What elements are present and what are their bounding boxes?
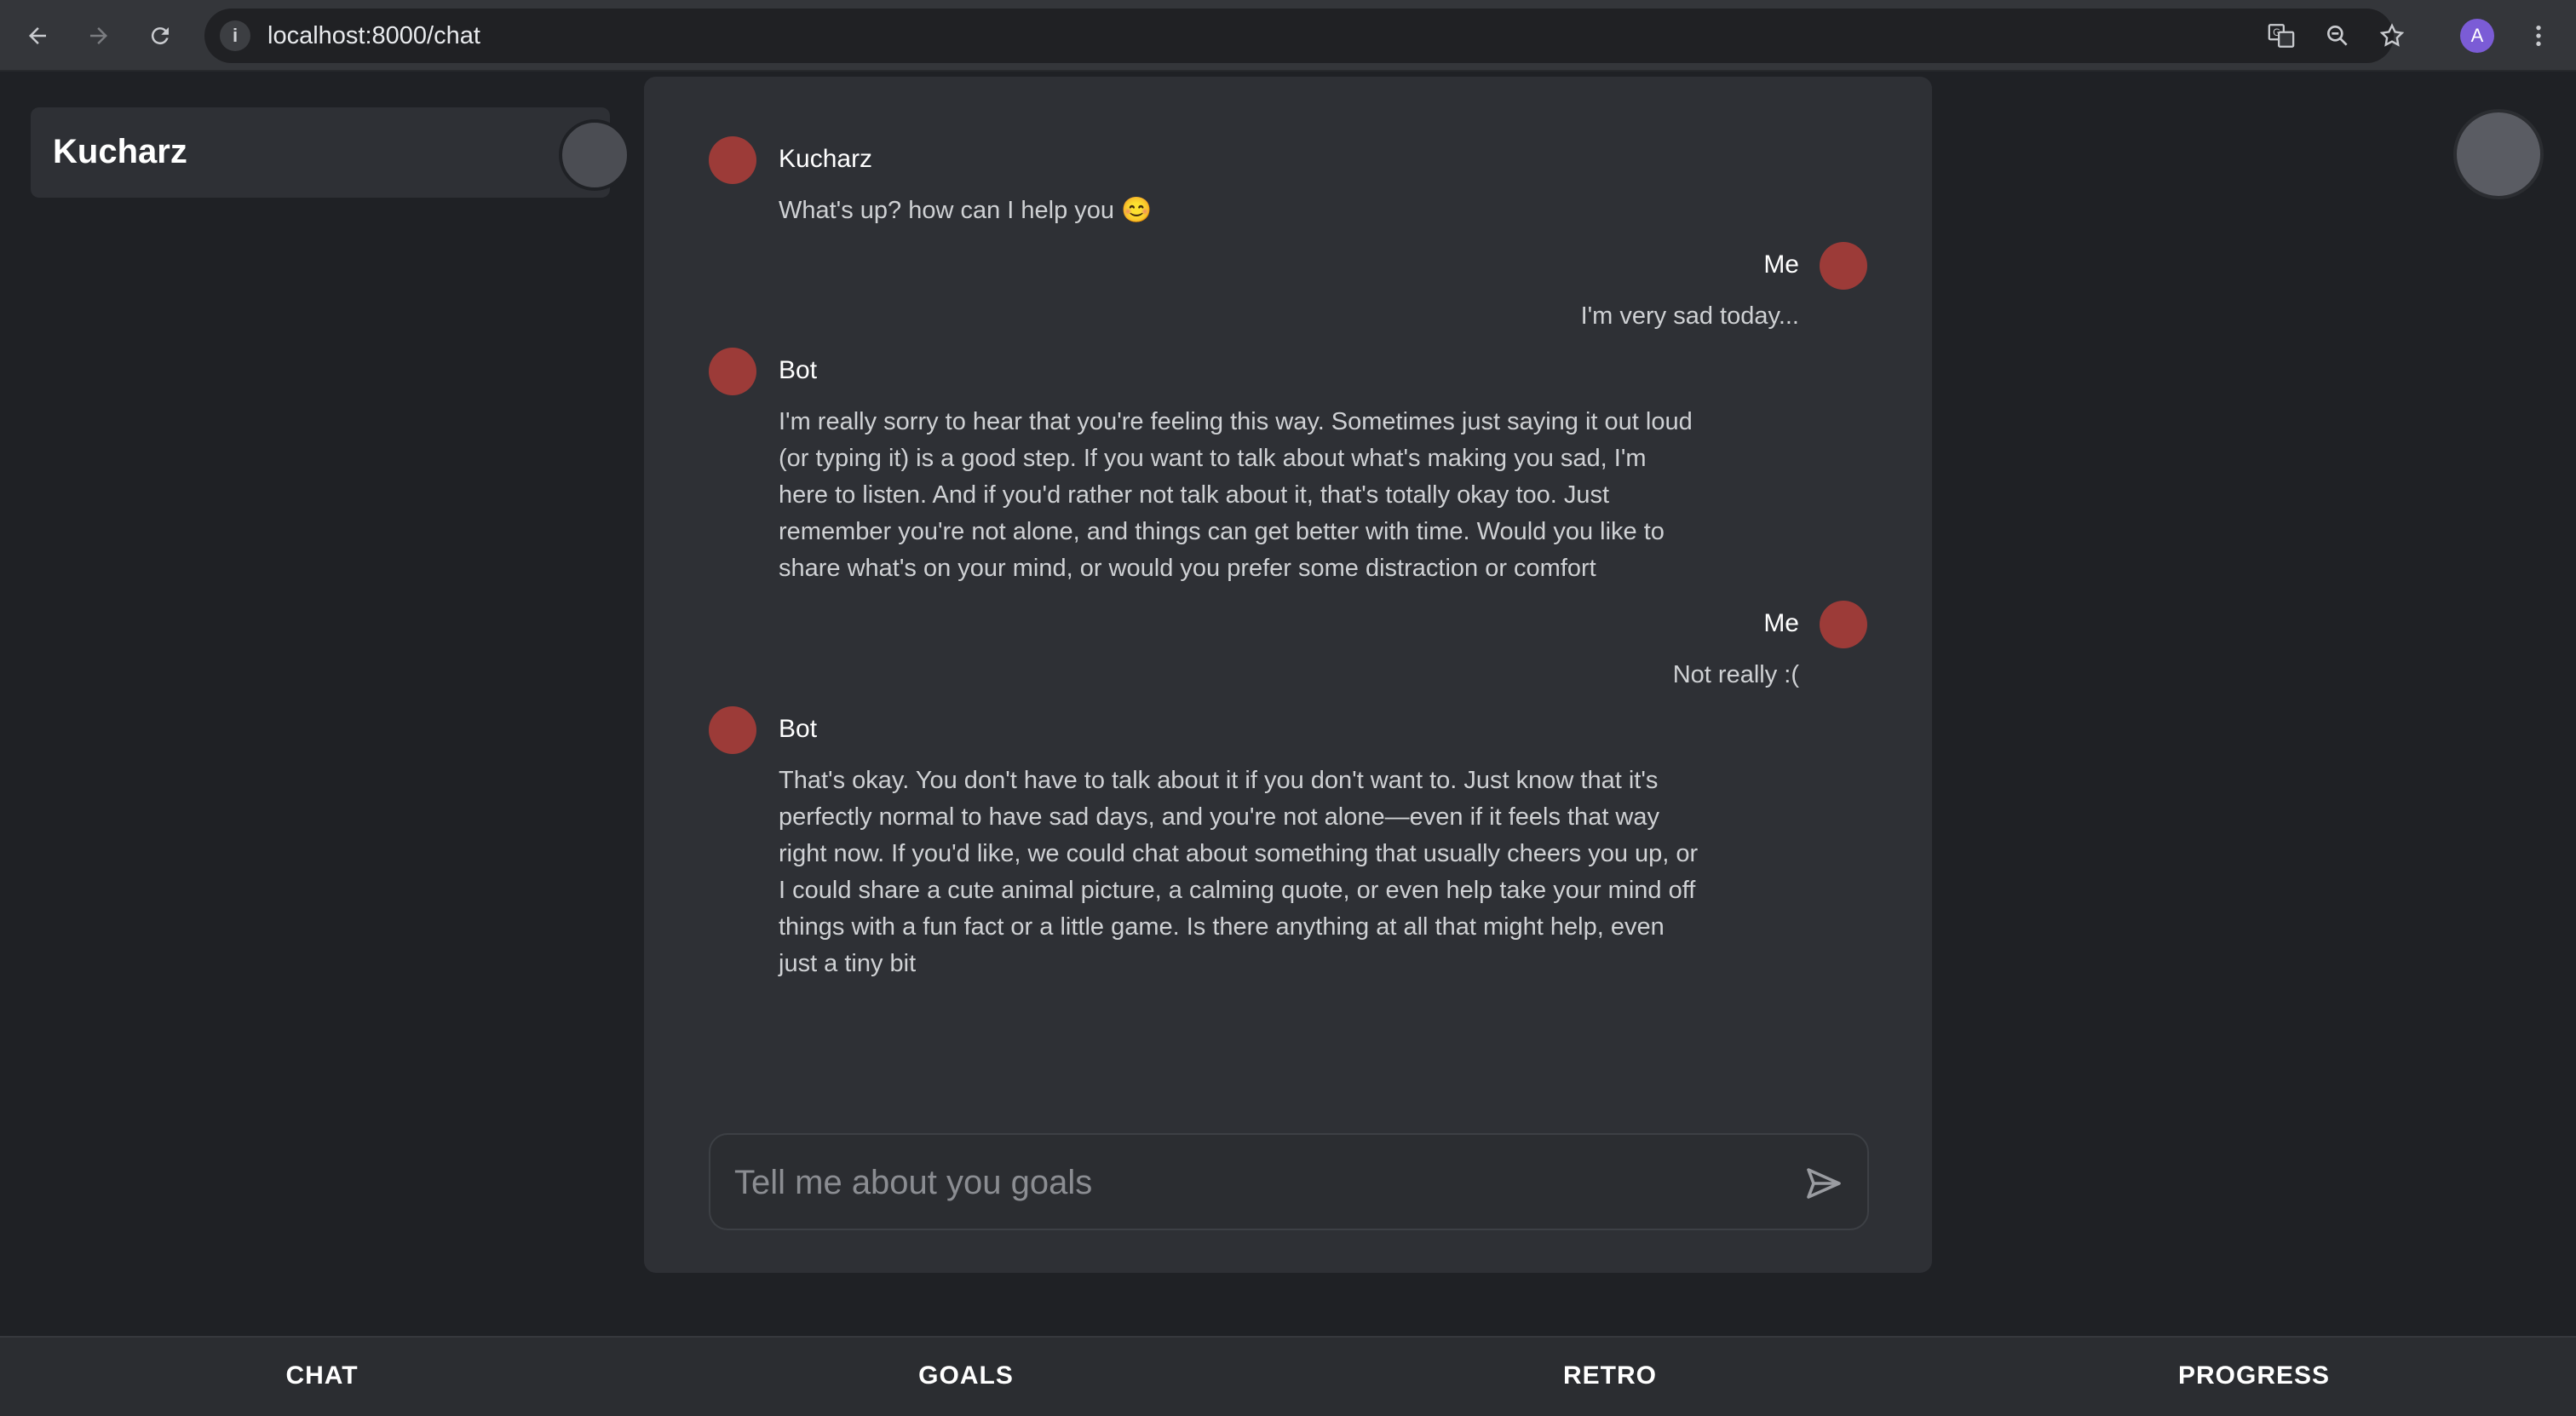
url-text: localhost:8000/chat: [267, 22, 480, 49]
message-text: I'm very sad today...: [1580, 302, 1799, 330]
message-text: Not really :(: [1672, 661, 1799, 688]
message-sender: Me: [1763, 609, 1799, 637]
profile-avatar[interactable]: A: [2460, 19, 2494, 53]
translate-icon[interactable]: G: [2261, 15, 2302, 56]
sender-avatar: [709, 136, 756, 184]
svg-text:G: G: [2273, 26, 2280, 38]
sender-avatar: [1820, 601, 1867, 648]
forward-arrow-icon[interactable]: [78, 15, 119, 56]
nav-item-retro[interactable]: RETRO: [1482, 1361, 1738, 1390]
message-input[interactable]: [733, 1157, 1755, 1208]
send-icon[interactable]: [1801, 1160, 1847, 1206]
message-sender: Kucharz: [779, 145, 873, 173]
bookmark-star-icon[interactable]: [2372, 15, 2412, 56]
user-avatar[interactable]: [2453, 109, 2544, 199]
zoom-icon[interactable]: [2317, 15, 2358, 56]
sidebar-chat-card[interactable]: Kucharz: [31, 107, 630, 198]
nav-item-progress[interactable]: PROGRESS: [2126, 1361, 2382, 1390]
sidebar-title: Kucharz: [53, 133, 187, 170]
sender-avatar: [1820, 242, 1867, 290]
browser-toolbar: i localhost:8000/chat G A: [0, 0, 2576, 72]
sender-avatar: [709, 706, 756, 754]
sidebar-avatar: [559, 119, 630, 191]
message-sender: Me: [1763, 250, 1799, 279]
message-composer: [709, 1133, 1869, 1230]
menu-kebab-icon[interactable]: [2518, 15, 2559, 56]
address-bar[interactable]: i localhost:8000/chat: [204, 9, 2394, 63]
message-text: That's okay. You don't have to talk abou…: [779, 767, 1699, 977]
nav-item-chat[interactable]: CHAT: [194, 1361, 450, 1390]
sender-avatar: [709, 348, 756, 395]
back-arrow-icon[interactable]: [17, 15, 58, 56]
nav-item-goals[interactable]: GOALS: [838, 1361, 1094, 1390]
message-text: What's up? how can I help you 😊: [779, 197, 1153, 224]
app-page: Kucharz Kucharz What's up? how can I hel…: [0, 72, 2576, 1416]
reload-icon[interactable]: [140, 15, 181, 56]
site-info-icon[interactable]: i: [220, 20, 250, 51]
message-sender: Bot: [779, 356, 818, 384]
message-text: I'm really sorry to hear that you're fee…: [779, 408, 1693, 582]
message-sender: Bot: [779, 715, 818, 743]
chat-panel: Kucharz What's up? how can I help you 😊 …: [644, 77, 1932, 1273]
bottom-navigation: CHAT GOALS RETRO PROGRESS: [0, 1336, 2576, 1416]
